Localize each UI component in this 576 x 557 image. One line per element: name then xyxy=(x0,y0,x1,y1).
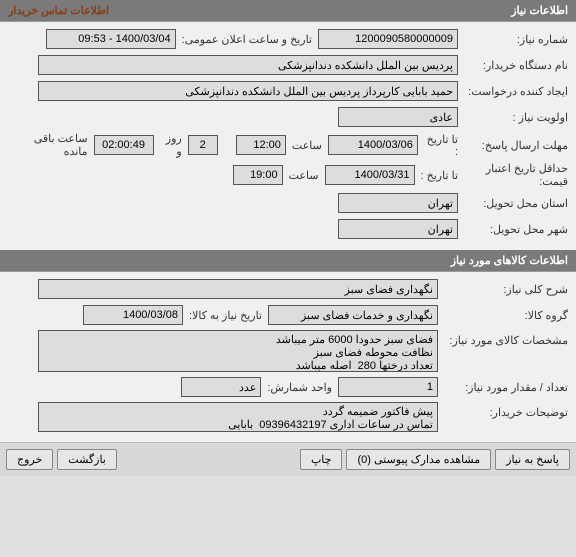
info-section-header: اطلاعات نیاز اطلاعات تماس خریدار xyxy=(0,0,576,22)
remaining-time-field xyxy=(94,135,154,155)
button-bar: پاسخ به نیاز مشاهده مدارک پیوستی (0) چاپ… xyxy=(0,442,576,476)
priority-field xyxy=(338,107,458,127)
priority-label: اولویت نیاز : xyxy=(458,111,568,124)
days-field xyxy=(188,135,218,155)
qty-field xyxy=(338,377,438,397)
qty-label: تعداد / مقدار مورد نیاز: xyxy=(438,381,568,394)
group-label: گروه کالا: xyxy=(438,309,568,322)
main-desc-label: شرح کلی نیاز: xyxy=(438,283,568,296)
need-number-label: شماره نیاز: xyxy=(458,33,568,46)
deadline-time-field xyxy=(236,135,286,155)
need-number-field xyxy=(318,29,458,49)
spec-label: مشخصات کالای مورد نیاز: xyxy=(438,330,568,347)
requester-label: ایجاد کننده درخواست: xyxy=(458,85,568,98)
buyer-label: نام دستگاه خریدار: xyxy=(458,59,568,72)
goods-section-header: اطلاعات کالاهای مورد نیاز xyxy=(0,250,576,272)
delivery-city-label: شهر محل تحویل: xyxy=(458,223,568,236)
notes-label: توضیحات خریدار: xyxy=(438,402,568,419)
need-date-label: تاریخ نیاز به کالا: xyxy=(183,309,268,322)
requester-field xyxy=(38,81,458,101)
delivery-province-label: استان محل تحویل: xyxy=(458,197,568,210)
announce-label: تاریخ و ساعت اعلان عمومی: xyxy=(176,33,318,46)
delivery-province-field xyxy=(338,193,458,213)
notes-field xyxy=(38,402,438,432)
attachments-button[interactable]: مشاهده مدارک پیوستی (0) xyxy=(346,449,491,470)
deadline-date-field xyxy=(328,135,418,155)
deadline-time-label: ساعت xyxy=(286,139,328,152)
delivery-city-field xyxy=(338,219,458,239)
unit-label: واحد شمارش: xyxy=(261,381,338,394)
deadline-label: مهلت ارسال پاسخ: xyxy=(458,139,568,152)
group-field xyxy=(268,305,438,325)
print-button[interactable]: چاپ xyxy=(300,449,343,470)
goods-section-title: اطلاعات کالاهای مورد نیاز xyxy=(451,255,568,267)
buyer-field xyxy=(38,55,458,75)
info-section-body: شماره نیاز: تاریخ و ساعت اعلان عمومی: نا… xyxy=(0,22,576,250)
back-button[interactable]: بازگشت xyxy=(57,449,117,470)
buyer-contact-link[interactable]: اطلاعات تماس خریدار xyxy=(8,4,109,17)
unit-field xyxy=(181,377,261,397)
announce-field xyxy=(46,29,176,49)
goods-section-body: شرح کلی نیاز: گروه کالا: تاریخ نیاز به ک… xyxy=(0,272,576,442)
days-label: روز و xyxy=(154,132,188,158)
exit-button[interactable]: خروج xyxy=(6,449,53,470)
info-section-title: اطلاعات نیاز xyxy=(511,5,568,17)
min-credit-until-label: تا تاریخ : xyxy=(415,169,458,182)
respond-button[interactable]: پاسخ به نیاز xyxy=(495,449,570,470)
remaining-label: ساعت باقی مانده xyxy=(8,132,94,158)
main-desc-field xyxy=(38,279,438,299)
spec-field xyxy=(38,330,438,372)
min-credit-time-field xyxy=(233,165,283,185)
min-credit-date-field xyxy=(325,165,415,185)
until-label: تا تاریخ : xyxy=(418,133,458,158)
min-credit-label: حداقل تاریخ اعتبار قیمت: xyxy=(458,162,568,188)
need-date-field xyxy=(83,305,183,325)
min-credit-time-label: ساعت xyxy=(283,169,325,182)
